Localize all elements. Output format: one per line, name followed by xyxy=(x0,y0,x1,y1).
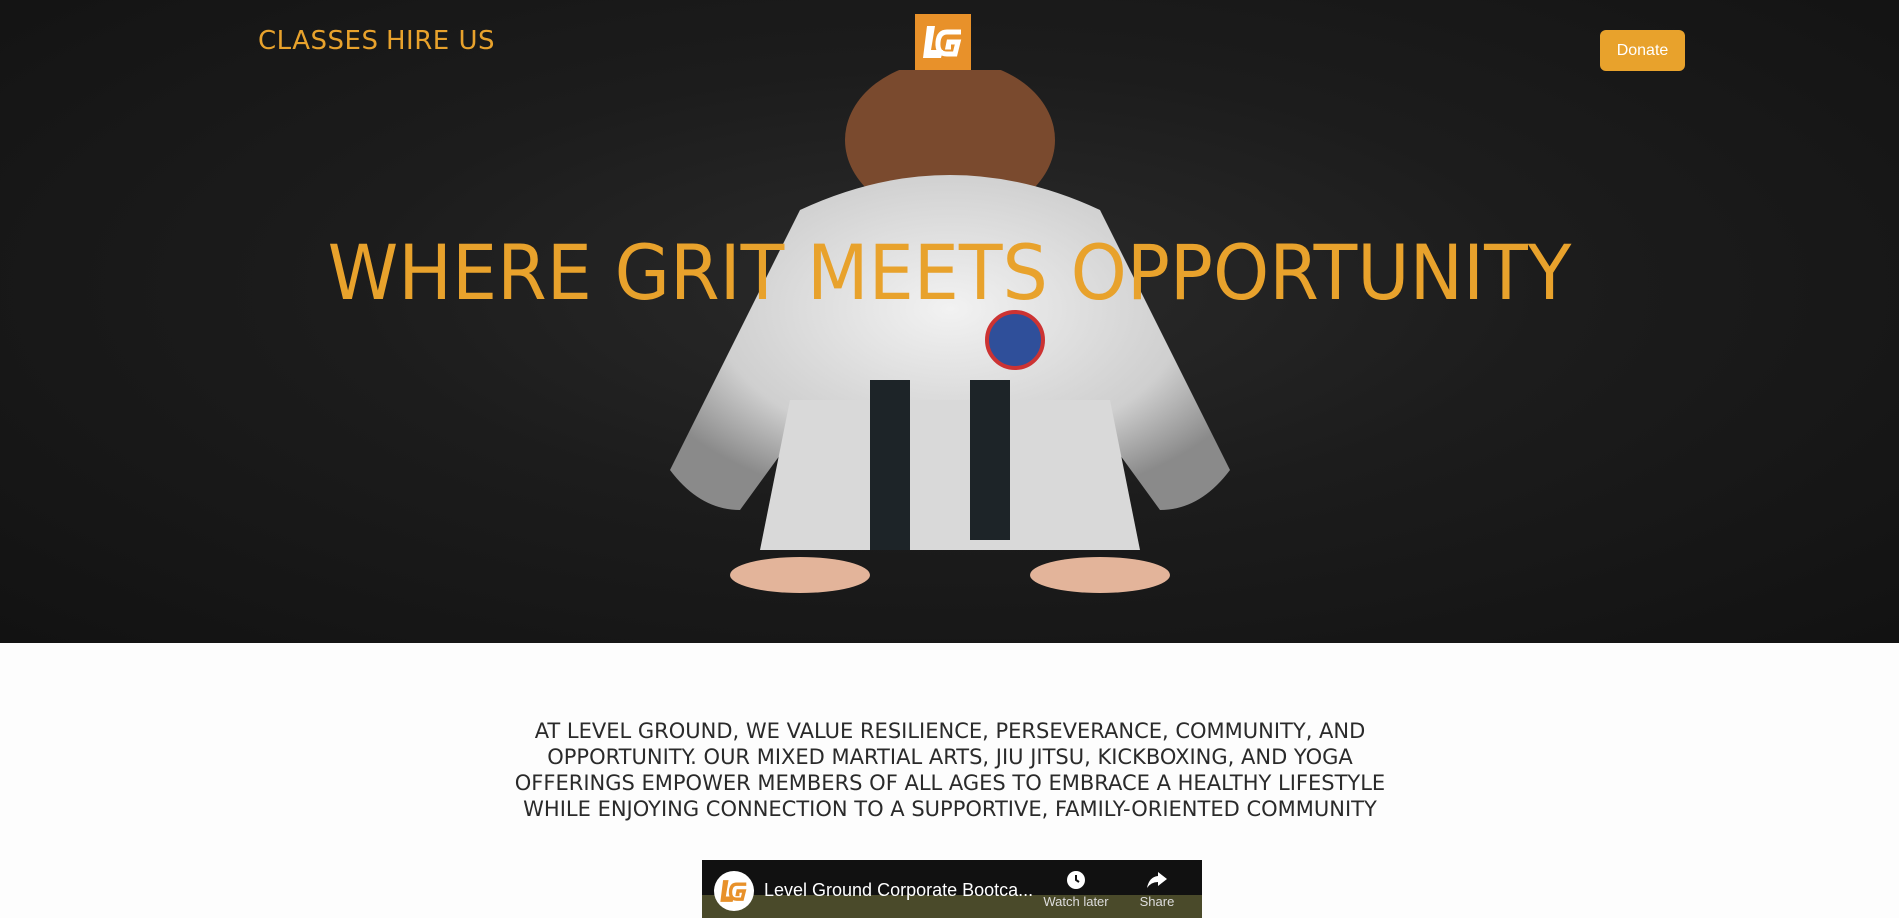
share-icon xyxy=(1147,872,1167,888)
lg-logo-icon[interactable] xyxy=(915,14,971,70)
video-title[interactable]: Level Ground Corporate Bootca... xyxy=(764,880,1033,901)
intro-text: AT LEVEL GROUND, WE VALUE RESILIENCE, PE… xyxy=(514,719,1386,821)
hero-headline: WHERE GRIT MEETS OPPORTUNITY xyxy=(327,228,1572,317)
lg-logo-icon xyxy=(720,880,747,902)
donate-button[interactable]: Donate xyxy=(1600,30,1685,71)
share-label: Share xyxy=(1139,894,1175,909)
nav-hire-us-link[interactable]: HIRE US xyxy=(386,26,495,56)
clock-icon xyxy=(1067,871,1085,889)
channel-avatar[interactable] xyxy=(714,871,754,911)
share-button[interactable]: Share xyxy=(1117,870,1197,909)
watch-later-label: Watch later xyxy=(1043,894,1109,909)
hero-section: CLASSES HIRE US Donate WHERE GRIT MEETS … xyxy=(0,0,1899,643)
hero-image xyxy=(670,70,1230,593)
nav-classes-link[interactable]: CLASSES xyxy=(258,26,378,56)
video-embed[interactable]: Level Ground Corporate Bootca... Watch l… xyxy=(702,860,1202,918)
logo-mark xyxy=(923,26,962,58)
watch-later-button[interactable]: Watch later xyxy=(1036,870,1116,909)
